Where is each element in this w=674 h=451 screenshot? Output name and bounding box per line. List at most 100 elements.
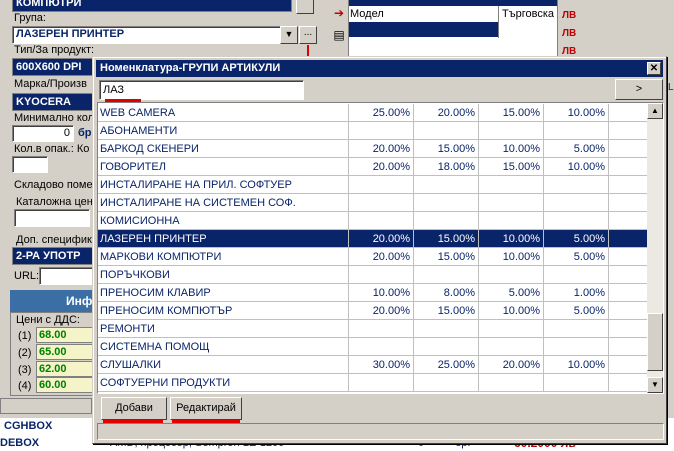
url-field[interactable]: [39, 267, 96, 285]
markup-3-cell: 10.00%: [479, 140, 544, 158]
price-4-field[interactable]: 60.00: [36, 377, 94, 393]
group-name-cell: СЛУШАЛКИ: [98, 356, 349, 374]
extra-cell: [609, 320, 649, 338]
table-row[interactable]: СОФТУЕРНИ ПРОДУКТИ: [98, 374, 649, 392]
group-name-cell: WEB CAMERA: [98, 104, 349, 122]
markup-3-cell: 10.00%: [479, 302, 544, 320]
markup-1-cell: [349, 338, 414, 356]
table-row[interactable]: ЛАЗЕРЕН ПРИНТЕР 20.00% 15.00% 10.00% 5.00%: [98, 230, 649, 248]
groups-dialog: Номенклатура-ГРУПИ АРТИКУЛИ ✕ ЛАЗ > WEB …: [92, 56, 667, 444]
markup-3-cell: 10.00%: [479, 248, 544, 266]
price-1-field[interactable]: 68.00: [36, 327, 94, 343]
markup-3-cell: [479, 194, 544, 212]
table-row[interactable]: АБОНАМЕНТИ: [98, 122, 649, 140]
table-row[interactable]: СИСТЕМНА ПОМОЩ: [98, 338, 649, 356]
chevron-down-icon[interactable]: ▼: [280, 26, 298, 44]
group-combo[interactable]: ЛАЗЕРЕН ПРИНТЕР: [12, 26, 295, 44]
markup-4-cell: [544, 194, 609, 212]
group-name-cell: ГОВОРИТЕЛ: [98, 158, 349, 176]
markup-4-cell: 5.00%: [544, 140, 609, 158]
markup-3-cell: 15.00%: [479, 104, 544, 122]
status-bar: [97, 423, 664, 440]
group-name-cell: МАРКОВИ КОМПЮТРИ: [98, 248, 349, 266]
extra-cell: [609, 248, 649, 266]
group-name-cell: БАРКОД СКЕНЕРИ: [98, 140, 349, 158]
table-row[interactable]: СЛУШАЛКИ 30.00% 25.00% 20.00% 10.00%: [98, 356, 649, 374]
table-row[interactable]: ГОВОРИТЕЛ 20.00% 18.00% 15.00% 10.00%: [98, 158, 649, 176]
markup-4-cell: [544, 212, 609, 230]
catalog-price-field[interactable]: [14, 209, 90, 227]
spec-label: Доп. специфик: [16, 234, 92, 246]
category-dropdown-button[interactable]: [296, 0, 314, 14]
bottom-row-1-code[interactable]: CGHBOX: [4, 420, 52, 432]
add-button[interactable]: Добави: [101, 397, 167, 420]
markup-4-cell: [544, 176, 609, 194]
bottom-scroll[interactable]: [0, 398, 92, 414]
table-row[interactable]: WEB CAMERA 25.00% 20.00% 15.00% 10.00%: [98, 104, 649, 122]
bottom-row-2-code[interactable]: DEBOX: [0, 437, 39, 449]
markup-4-cell: [544, 320, 609, 338]
close-icon[interactable]: ✕: [647, 62, 661, 75]
edge-mark: L: [668, 82, 674, 93]
price-3-field[interactable]: 62.00: [36, 361, 94, 377]
markup-4-cell: [544, 338, 609, 356]
markup-3-cell: 20.00%: [479, 356, 544, 374]
price-2-field[interactable]: 65.00: [36, 344, 94, 360]
arrow-right-icon[interactable]: ➔: [331, 6, 347, 22]
group-name-cell: КОМИСИОННА: [98, 212, 349, 230]
pack-qty-field[interactable]: [12, 156, 48, 173]
info-header: Инф: [10, 290, 96, 312]
extra-cell: [609, 122, 649, 140]
markup-3-cell: [479, 266, 544, 284]
markup-2-cell: [414, 194, 479, 212]
extra-cell: [609, 374, 649, 392]
markup-2-cell: 15.00%: [414, 248, 479, 266]
group-name-cell: ПОРЪЧКОВИ: [98, 266, 349, 284]
markup-4-cell: 1.00%: [544, 284, 609, 302]
table-row[interactable]: МАРКОВИ КОМПЮТРИ 20.00% 15.00% 10.00% 5.00%: [98, 248, 649, 266]
brand-field[interactable]: KYOCERA: [12, 93, 96, 111]
scroll-up-icon[interactable]: ▲: [647, 103, 663, 119]
browse-group-button[interactable]: ...: [299, 26, 317, 44]
table-row[interactable]: ПРЕНОСИМ КОМПЮТЪР 20.00% 15.00% 10.00% 5.00%: [98, 302, 649, 320]
extra-cell: [609, 338, 649, 356]
extra-cell: [609, 194, 649, 212]
table-row[interactable]: БАРКОД СКЕНЕРИ 20.00% 15.00% 10.00% 5.00%: [98, 140, 649, 158]
markup-1-cell: [349, 122, 414, 140]
spec-field[interactable]: 2-РА УПОТР: [12, 247, 96, 265]
edit-button[interactable]: Редактирай: [170, 397, 242, 420]
scroll-down-icon[interactable]: ▼: [647, 377, 663, 393]
markup-3-cell: [479, 122, 544, 140]
scroll-thumb[interactable]: [647, 313, 663, 371]
side-mark-2: ЛВ: [562, 28, 577, 39]
markup-4-cell: 5.00%: [544, 248, 609, 266]
table-row[interactable]: ПРЕНОСИМ КЛАВИР 10.00% 8.00% 5.00% 1.00%: [98, 284, 649, 302]
model-grid-selected[interactable]: [349, 22, 498, 37]
document-icon[interactable]: ▤: [331, 28, 347, 44]
type-field[interactable]: 600X600 DPI: [12, 58, 96, 76]
extra-cell: [609, 176, 649, 194]
dialog-titlebar[interactable]: Номенклатура-ГРУПИ АРТИКУЛИ ✕: [96, 60, 663, 77]
table-row[interactable]: ПОРЪЧКОВИ: [98, 266, 649, 284]
markup-4-cell: 10.00%: [544, 104, 609, 122]
markup-1-cell: [349, 194, 414, 212]
markup-2-cell: 15.00%: [414, 140, 479, 158]
table-row[interactable]: КОМИСИОННА: [98, 212, 649, 230]
search-input[interactable]: ЛАЗ: [99, 80, 304, 100]
table-row[interactable]: ИНСТАЛИРАНЕ НА ПРИЛ. СОФТУЕР: [98, 176, 649, 194]
table-row[interactable]: ИНСТАЛИРАНЕ НА СИСТЕМЕН СОФ.: [98, 194, 649, 212]
markup-2-cell: [414, 374, 479, 392]
min-qty-field[interactable]: 0: [12, 125, 74, 142]
vertical-scrollbar[interactable]: ▲ ▼: [647, 103, 663, 393]
markup-2-cell: [414, 338, 479, 356]
prices-label: Цени с ДДС:: [16, 314, 80, 326]
table-row[interactable]: РЕМОНТИ: [98, 320, 649, 338]
search-go-button[interactable]: >: [615, 79, 663, 100]
markup-4-cell: [544, 374, 609, 392]
extra-cell: [609, 356, 649, 374]
markup-2-cell: 8.00%: [414, 284, 479, 302]
category-field[interactable]: КОМПЮТРИ: [12, 0, 292, 12]
extra-cell: [609, 212, 649, 230]
markup-1-cell: 20.00%: [349, 302, 414, 320]
markup-4-cell: [544, 266, 609, 284]
